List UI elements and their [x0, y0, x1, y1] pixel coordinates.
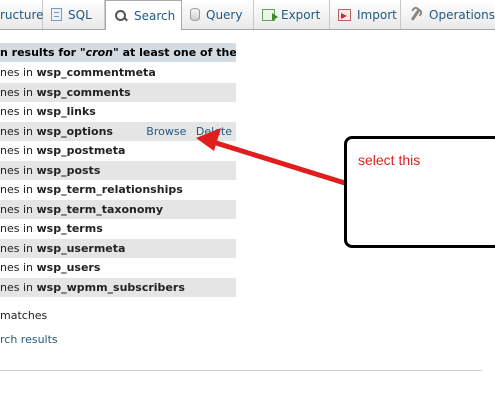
annotation-text: select this [358, 152, 421, 168]
